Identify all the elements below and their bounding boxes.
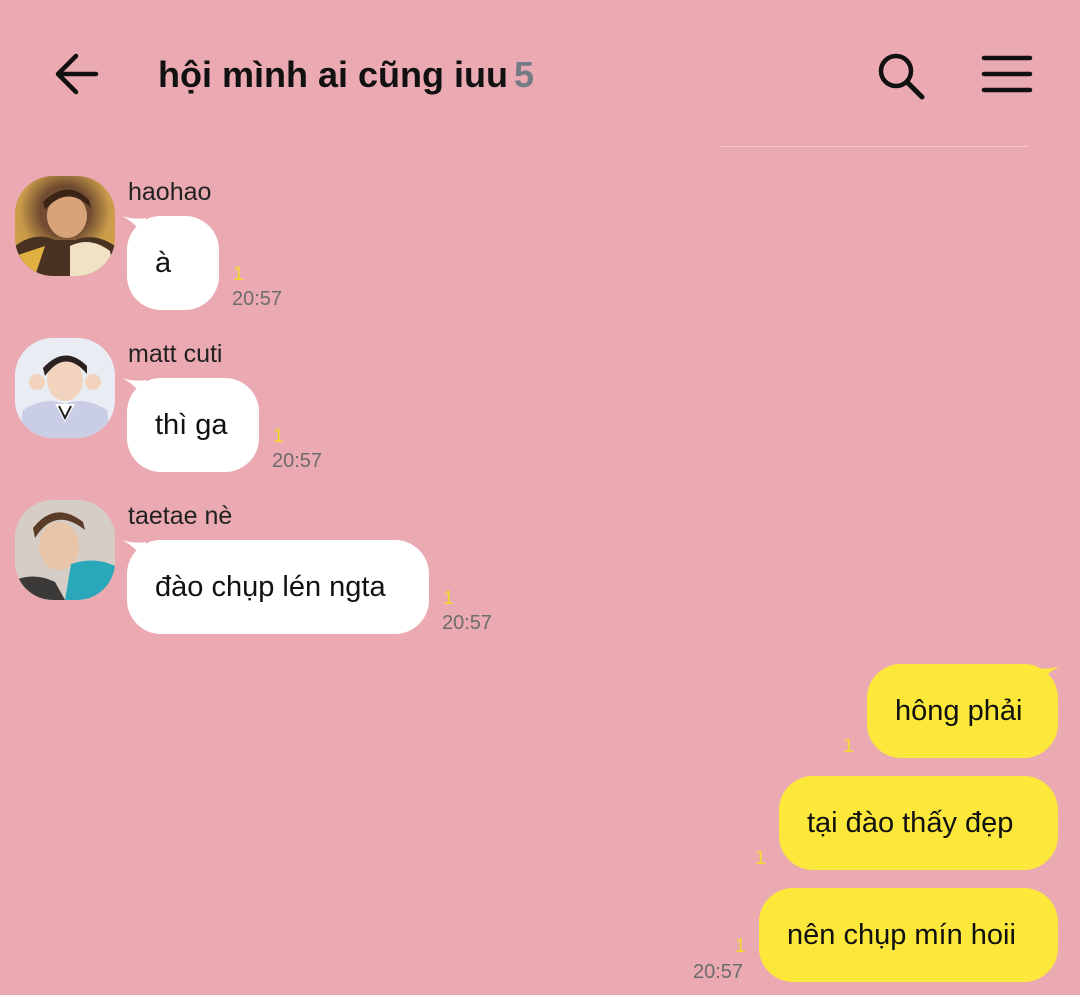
message-time: 20:57 (272, 450, 323, 472)
sender-name: matt cuti (128, 340, 223, 368)
avatar[interactable] (15, 500, 115, 600)
arrow-left-icon (55, 53, 99, 95)
sender-name: taetae nè (128, 502, 233, 530)
avatar[interactable] (15, 338, 115, 438)
avatar-photo (15, 189, 115, 276)
unread-count: 1 (843, 736, 854, 757)
group-name: hội mình ai cũng iuu (158, 54, 508, 95)
unread-count: 1 (735, 936, 746, 957)
avatar-photo (15, 500, 115, 600)
message-bubble[interactable]: đào chụp lén ngta (127, 540, 429, 634)
message-bubble[interactable]: à (127, 216, 219, 310)
header-divider (720, 146, 1028, 147)
unread-count: 1 (755, 848, 766, 869)
member-count: 5 (513, 54, 535, 95)
unread-count: 1 (443, 588, 454, 609)
search-button[interactable] (872, 48, 932, 104)
hamburger-menu-icon (981, 55, 1033, 93)
message-bubble[interactable]: hông phải (867, 664, 1058, 758)
message-bubble[interactable]: tại đào thấy đẹp (779, 776, 1058, 870)
message-bubble[interactable]: thì ga (127, 378, 259, 472)
unread-count: 1 (233, 264, 244, 285)
search-icon (878, 53, 925, 100)
message-time: 20:57 (232, 288, 283, 310)
menu-button[interactable] (980, 50, 1034, 98)
message-time: 20:57 (442, 612, 493, 634)
back-button[interactable] (50, 48, 106, 100)
sender-name: haohao (128, 178, 212, 206)
message-time: 20:57 (693, 961, 744, 983)
chat-header: hội mình ai cũng iuu 5 (0, 0, 1080, 150)
unread-count: 1 (273, 426, 284, 447)
avatar[interactable] (15, 176, 115, 276)
chat-title: hội mình ai cũng iuu 5 (158, 54, 534, 96)
avatar-photo (15, 338, 115, 438)
message-bubble[interactable]: nên chụp mín hoii (759, 888, 1058, 982)
